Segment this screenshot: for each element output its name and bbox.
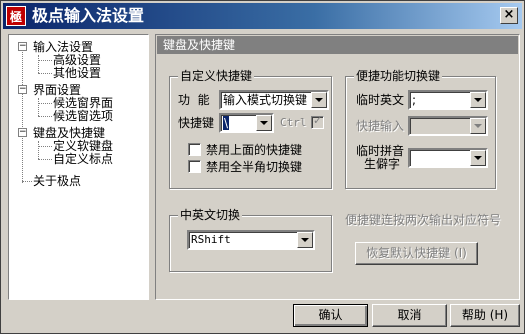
- chevron-down-icon[interactable]: [470, 150, 486, 166]
- tree-item-custom-punctuation[interactable]: 自定义标点: [53, 152, 113, 166]
- hint-text: 便捷键连按两次输出对应符号: [345, 213, 502, 227]
- tree-connector: [38, 98, 39, 116]
- collapse-icon[interactable]: −: [18, 85, 27, 94]
- tree-item-input-settings[interactable]: 输入法设置: [33, 40, 93, 54]
- ok-button[interactable]: 确认: [293, 304, 368, 327]
- tree-connector: [22, 181, 32, 182]
- hotkey-select-value: \: [223, 116, 230, 130]
- temp-pinyin-label: 临时拼音: [356, 144, 405, 158]
- disable-fullhalf-label[interactable]: 禁用全半角切换键: [206, 160, 302, 174]
- rare-char-label: 生僻字: [364, 157, 401, 171]
- tree-item-other[interactable]: 其他设置: [53, 66, 101, 80]
- tree-item-keyboard-hotkeys[interactable]: 键盘及快捷键: [33, 126, 105, 140]
- window-title: 极点输入法设置: [32, 6, 145, 25]
- function-select[interactable]: 输入模式切换键: [219, 90, 329, 110]
- tree-connector: [38, 141, 39, 159]
- function-select-value: 输入模式切换键: [223, 93, 308, 107]
- chevron-down-icon[interactable]: [470, 92, 486, 108]
- chevron-down-icon[interactable]: [470, 118, 486, 134]
- function-label: 功 能: [178, 93, 210, 107]
- tree-connector: [38, 116, 52, 117]
- temp-english-select[interactable]: ;: [408, 90, 488, 110]
- settings-window: 極 极点输入法设置 × − 输入法设置 高级设置 其他设置 − 界面设置 候选窗…: [0, 0, 525, 334]
- quick-input-select[interactable]: [408, 116, 488, 136]
- disable-hotkey-label[interactable]: 禁用上面的快捷键: [206, 143, 302, 157]
- settings-panel: 键盘及快捷键 自定义快捷键 功 能 输入模式切换键 快捷键 \ Ctrl ✓ 禁…: [155, 34, 520, 300]
- chevron-down-icon[interactable]: [256, 115, 272, 131]
- cn-en-switch-select[interactable]: RShift: [187, 230, 315, 250]
- tree-item-candidate-options[interactable]: 候选窗选项: [53, 109, 113, 123]
- collapse-icon[interactable]: −: [18, 42, 27, 51]
- ctrl-checkbox[interactable]: ✓: [311, 114, 324, 129]
- help-button[interactable]: 帮助 (H): [450, 304, 520, 327]
- tree-connector: [22, 47, 23, 183]
- cancel-button[interactable]: 取消: [372, 304, 447, 327]
- panel-header: 键盘及快捷键: [157, 36, 518, 54]
- convenient-keys-group: 便捷功能切换键 临时英文 ; 快捷输入 临时拼音 生僻字: [345, 69, 496, 189]
- temp-english-label: 临时英文: [356, 93, 405, 107]
- settings-tree[interactable]: − 输入法设置 高级设置 其他设置 − 界面设置 候选窗界面 候选窗选项 − 键…: [8, 34, 149, 300]
- close-button[interactable]: ×: [500, 7, 518, 24]
- tree-item-candidate-ui[interactable]: 候选窗界面: [53, 96, 113, 110]
- ctrl-label: Ctrl: [280, 116, 307, 129]
- tree-connector: [38, 73, 52, 74]
- cn-en-switch-value: RShift: [191, 233, 231, 246]
- group-title: 便捷功能切换键: [354, 69, 443, 83]
- temp-english-value: ;: [412, 93, 417, 107]
- custom-hotkey-group: 自定义快捷键 功 能 输入模式切换键 快捷键 \ Ctrl ✓ 禁用上面的快捷键…: [169, 69, 332, 189]
- tree-item-advanced[interactable]: 高级设置: [53, 53, 101, 67]
- checkmark-icon: ✓: [313, 114, 323, 127]
- group-title: 中英文切换: [178, 208, 243, 222]
- tree-connector: [38, 146, 52, 147]
- tree-connector: [38, 60, 52, 61]
- tree-item-ui-settings[interactable]: 界面设置: [33, 83, 81, 97]
- hotkey-label: 快捷键: [178, 116, 215, 130]
- disable-fullhalf-checkbox[interactable]: [188, 160, 201, 173]
- tree-connector: [38, 103, 52, 104]
- tree-item-soft-keyboard[interactable]: 定义软键盘: [53, 139, 113, 153]
- disable-hotkey-checkbox[interactable]: [188, 143, 201, 156]
- group-title: 自定义快捷键: [178, 69, 255, 83]
- tree-connector: [38, 55, 39, 73]
- app-icon: 極: [6, 6, 26, 26]
- tree-item-about[interactable]: 关于极点: [33, 174, 81, 188]
- cn-en-switch-group: 中英文切换 RShift: [169, 208, 332, 272]
- chevron-down-icon[interactable]: [311, 92, 327, 108]
- collapse-icon[interactable]: −: [18, 128, 27, 137]
- chevron-down-icon[interactable]: [297, 232, 313, 248]
- hotkey-select[interactable]: \: [219, 113, 274, 133]
- title-bar[interactable]: 極 极点输入法设置 ×: [3, 3, 522, 29]
- temp-pinyin-select[interactable]: [408, 148, 488, 168]
- restore-defaults-button[interactable]: 恢复默认快捷键 (I): [355, 242, 478, 265]
- quick-input-label: 快捷输入: [356, 119, 405, 133]
- tree-connector: [38, 159, 52, 160]
